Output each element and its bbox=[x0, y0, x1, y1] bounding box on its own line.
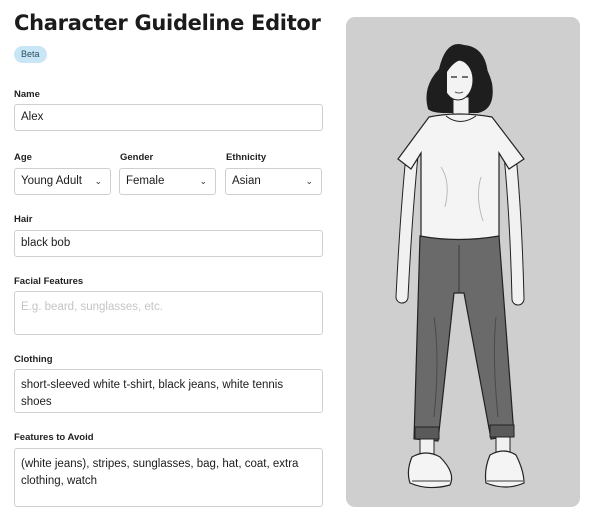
features-to-avoid-textarea[interactable]: (white jeans), stripes, sunglasses, bag,… bbox=[14, 448, 323, 507]
ethnicity-select-value: Asian bbox=[232, 175, 261, 187]
chevron-down-icon: ⌄ bbox=[199, 176, 207, 186]
facial-features-placeholder: E.g. beard, sunglasses, etc. bbox=[21, 301, 163, 313]
gender-select-value: Female bbox=[126, 175, 165, 187]
page-title: Character Guideline Editor bbox=[14, 11, 321, 35]
chevron-down-icon: ⌄ bbox=[94, 176, 102, 186]
name-label: Name bbox=[14, 89, 40, 100]
age-select-value: Young Adult bbox=[21, 175, 82, 187]
facial-features-label: Facial Features bbox=[14, 276, 84, 287]
character-preview-panel bbox=[346, 17, 580, 507]
character-illustration-icon bbox=[395, 44, 525, 489]
hair-label: Hair bbox=[14, 214, 33, 225]
ethnicity-select[interactable]: Asian ⌄ bbox=[225, 168, 322, 195]
ethnicity-label: Ethnicity bbox=[226, 152, 267, 163]
name-input[interactable]: Alex bbox=[14, 104, 323, 131]
chevron-down-icon: ⌄ bbox=[305, 176, 313, 186]
clothing-label: Clothing bbox=[14, 354, 53, 365]
features-to-avoid-label: Features to Avoid bbox=[14, 432, 94, 443]
age-label: Age bbox=[14, 152, 32, 163]
hair-input[interactable]: black bob bbox=[14, 230, 323, 257]
gender-select[interactable]: Female ⌄ bbox=[119, 168, 216, 195]
age-select[interactable]: Young Adult ⌄ bbox=[14, 168, 111, 195]
gender-label: Gender bbox=[120, 152, 154, 163]
beta-badge: Beta bbox=[14, 46, 47, 63]
clothing-textarea[interactable]: short-sleeved white t-shirt, black jeans… bbox=[14, 369, 323, 413]
facial-features-textarea[interactable]: E.g. beard, sunglasses, etc. bbox=[14, 291, 323, 335]
